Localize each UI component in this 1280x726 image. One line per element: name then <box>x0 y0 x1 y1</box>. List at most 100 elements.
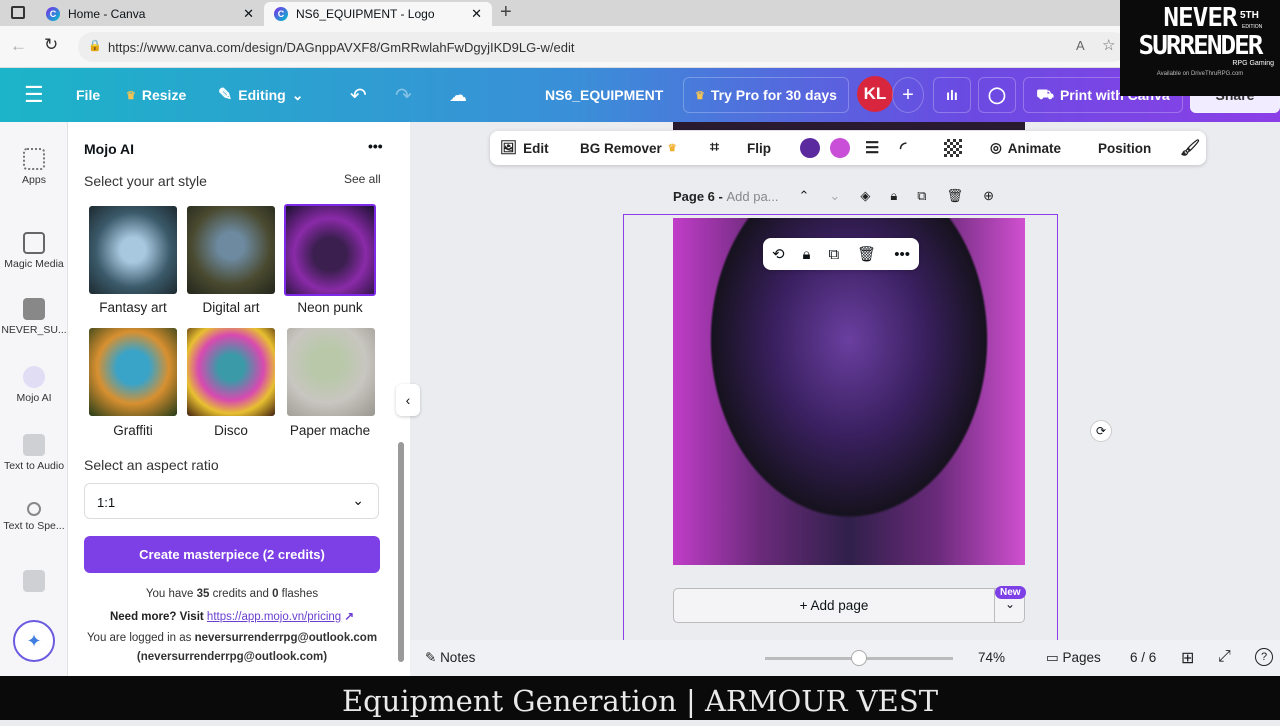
see-all-link[interactable]: See all <box>344 172 381 186</box>
read-aloud-icon[interactable]: A <box>1076 38 1085 53</box>
edit-button[interactable]: 🖼︎ Edit <box>500 131 549 165</box>
position-button[interactable]: Position <box>1098 131 1151 165</box>
style-thumb-paper-mache[interactable] <box>287 328 375 416</box>
url-input[interactable]: 🔒 https://www.canva.com/design/DAGnppAVXF… <box>78 32 1128 62</box>
delete-icon[interactable]: 🗑︎ <box>857 245 876 263</box>
element-context-menu: ⟲ 🔒︎ ⧉ 🗑︎ ••• <box>763 238 919 270</box>
magic-assistant-button[interactable]: ✦ <box>13 620 55 662</box>
avatar[interactable]: KL <box>857 76 893 112</box>
crown-icon: ♛ <box>667 142 677 154</box>
redo-icon[interactable]: ↷ <box>395 68 412 122</box>
invite-button[interactable]: + <box>892 77 924 113</box>
border-style-icon[interactable]: ☰ <box>865 131 879 165</box>
lock-icon[interactable]: 🔒︎ <box>803 246 811 263</box>
app-icon <box>23 570 45 592</box>
rail-item-text-to-speech[interactable]: Text to Spe... <box>0 502 68 532</box>
close-icon[interactable]: ✕ <box>471 6 482 22</box>
need-more-text: Need more? Visit https://app.mojo.vn/pri… <box>109 611 355 623</box>
rail-item-mojo-ai[interactable]: Mojo AI <box>0 366 68 404</box>
panel-scrollbar[interactable] <box>398 442 404 662</box>
file-menu[interactable]: File <box>76 68 100 122</box>
address-bar-row: ← ↻ 🔒 https://www.canva.com/design/DAGnpp… <box>0 26 1280 68</box>
rail-item-app[interactable] <box>0 570 68 596</box>
style-thumb-fantasy-art[interactable] <box>89 206 177 294</box>
style-thumb-digital-art[interactable] <box>187 206 275 294</box>
comment-icon[interactable]: ◯ <box>978 77 1016 113</box>
canva-icon: C <box>46 7 60 21</box>
rail-item-apps[interactable]: Apps <box>0 148 68 186</box>
resize-button[interactable]: ♛ Resize <box>126 68 186 122</box>
reload-icon[interactable]: ↻ <box>44 35 58 55</box>
rail-item-text-to-audio[interactable]: Text to Audio <box>0 434 68 472</box>
external-link-icon: ↗ <box>344 611 355 623</box>
fullscreen-icon[interactable]: ⤢ <box>1218 648 1231 666</box>
image-edit-icon: 🖼︎ <box>500 140 518 155</box>
never-surrender-logo: NEVER 5TH EDITION SURRENDER RPG Gaming A… <box>1120 0 1280 96</box>
create-masterpiece-button[interactable]: Create masterpiece (2 credits) <box>84 536 380 573</box>
transparency-icon[interactable] <box>944 139 962 157</box>
favorite-icon[interactable]: ☆ <box>1102 36 1115 54</box>
aspect-ratio-select[interactable]: 1:1 ⌄ <box>84 483 379 519</box>
selection-frame[interactable] <box>623 214 1058 644</box>
grid-view-icon[interactable]: ⊞ <box>1181 648 1194 668</box>
notes-button[interactable]: ✎ Notes <box>425 650 475 666</box>
document-title[interactable]: NS6_EQUIPMENT <box>545 68 663 122</box>
page-title-input[interactable]: Add pa... <box>726 189 778 204</box>
collapse-panel-button[interactable]: ‹ <box>396 384 420 416</box>
tab-home[interactable]: C Home - Canva ✕ <box>36 2 264 26</box>
add-page-button[interactable]: + Add page <box>673 588 1025 623</box>
duplicate-icon[interactable]: ⧉ <box>917 188 926 204</box>
pages-button[interactable]: ▭ Pages <box>1046 650 1101 666</box>
style-label: Disco <box>214 423 248 438</box>
page-header: Page 6 - Add pa... ⌃ ⌄ ◈ 🔒︎ ⧉ 🗑︎ ⊕ <box>673 188 994 204</box>
cloud-saved-icon[interactable]: ☁ <box>449 68 467 122</box>
animate-button[interactable]: ◎ Animate <box>990 131 1061 165</box>
delete-icon[interactable]: 🗑︎ <box>947 188 964 204</box>
color-swatch[interactable] <box>830 138 850 158</box>
zoom-slider[interactable] <box>765 650 953 666</box>
animate-icon: ◎ <box>990 140 1002 155</box>
pages-icon: ▭ <box>1046 650 1063 665</box>
pricing-link[interactable]: https://app.mojo.vn/pricing <box>207 611 341 623</box>
more-options-icon[interactable]: ••• <box>368 138 383 154</box>
lock-icon[interactable]: 🔒︎ <box>890 188 897 204</box>
style-thumb-graffiti[interactable] <box>89 328 177 416</box>
back-icon[interactable]: ← <box>10 36 27 56</box>
sidebar-toggle-icon[interactable] <box>11 6 25 19</box>
chevron-down-icon: ⌄ <box>291 86 304 103</box>
insights-icon[interactable]: ılı <box>933 77 971 113</box>
rotate-handle-icon[interactable]: ⟳ <box>1090 420 1112 442</box>
move-down-icon[interactable]: ⌄ <box>829 188 840 204</box>
rail-item-never-su[interactable]: NEVER_SU... <box>0 298 68 336</box>
help-icon[interactable]: ? <box>1255 648 1273 666</box>
more-icon[interactable]: ••• <box>894 246 910 263</box>
new-tab-icon[interactable]: + <box>500 1 512 24</box>
style-thumb-disco[interactable] <box>187 328 275 416</box>
tab-ns6-equipment[interactable]: C NS6_EQUIPMENT - Logo ✕ <box>264 2 492 26</box>
editing-mode-button[interactable]: ✎ Editing ⌄ <box>218 68 303 122</box>
bg-remover-button[interactable]: BG Remover ♛ <box>580 131 677 165</box>
duplicate-icon[interactable]: ⧉ <box>828 246 839 263</box>
style-label: Paper mache <box>289 423 371 438</box>
comment-add-icon[interactable]: ⟲ <box>772 245 785 263</box>
menu-icon[interactable]: ☰ <box>24 68 44 122</box>
rail-item-magic-media[interactable]: Magic Media <box>0 232 68 270</box>
crop-icon[interactable]: ⌗ <box>710 131 719 165</box>
zoom-level[interactable]: 74% <box>978 650 1005 665</box>
copy-style-icon[interactable]: 🖌︎ <box>1180 131 1200 165</box>
flip-button[interactable]: Flip <box>747 131 771 165</box>
art-style-heading: Select your art style <box>84 173 207 189</box>
style-thumb-neon-punk[interactable] <box>284 204 376 296</box>
canvas-area: Page 6 - Add pa... ⌃ ⌄ ◈ 🔒︎ ⧉ 🗑︎ ⊕ ⟳ ⟲ 🔒︎ ⧉ 🗑︎ •••… <box>410 122 1280 644</box>
move-up-icon[interactable]: ⌃ <box>799 188 810 204</box>
undo-icon[interactable]: ↶ <box>350 68 367 122</box>
close-icon[interactable]: ✕ <box>243 6 254 22</box>
corner-rounding-icon[interactable]: ◜ <box>900 131 906 165</box>
add-page-icon[interactable]: ⊕ <box>983 188 994 204</box>
hide-icon[interactable]: ◈ <box>860 188 870 204</box>
zoom-slider-thumb[interactable] <box>851 650 867 666</box>
color-swatch[interactable] <box>800 138 820 158</box>
try-pro-button[interactable]: ♛ Try Pro for 30 days <box>683 77 849 113</box>
canva-icon: C <box>274 7 288 21</box>
credits-text: You have 35 credits and 0 flashes <box>145 588 319 600</box>
